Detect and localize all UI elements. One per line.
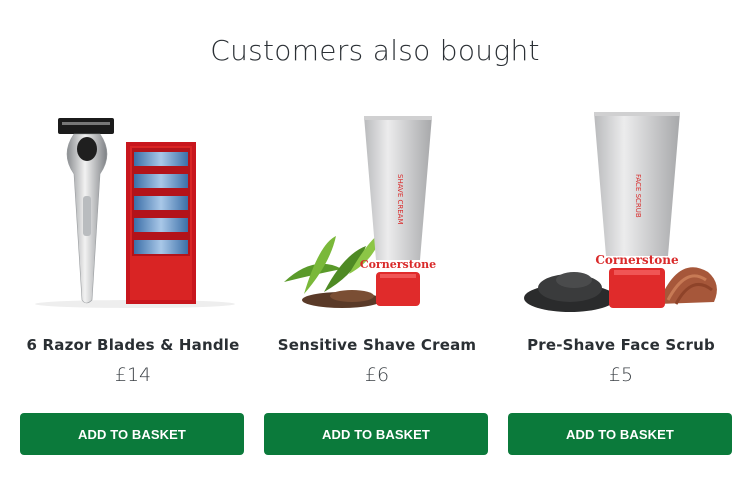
product-price: £14 [114, 364, 152, 386]
product-card-razor: 6 Razor Blades & Handle £14 ADD TO BASKE… [20, 104, 246, 458]
product-price: £6 [364, 364, 390, 386]
product-image-razor[interactable] [20, 104, 246, 318]
product-name[interactable]: Sensitive Shave Cream [264, 336, 490, 354]
product-image-face-scrub[interactable]: FACE SCRUB Cornerstone [508, 104, 734, 318]
product-price: £5 [608, 364, 634, 386]
tube-brand-face-scrub: Cornerstone [595, 253, 679, 267]
tube-brand-shave-cream: Cornerstone [360, 258, 436, 271]
tube-label-face-scrub: FACE SCRUB [634, 174, 642, 218]
product-card-face-scrub: FACE SCRUB Cornerstone Pre-Shave Face Sc… [508, 104, 734, 458]
product-image-shave-cream[interactable]: SHAVE CREAM Cornerstone [264, 104, 490, 318]
product-name[interactable]: 6 Razor Blades & Handle [20, 336, 246, 354]
section-heading: Customers also bought [210, 34, 540, 67]
add-to-basket-button[interactable]: ADD TO BASKET [508, 413, 732, 455]
tube-label-shave-cream: SHAVE CREAM [396, 174, 404, 225]
product-name[interactable]: Pre-Shave Face Scrub [508, 336, 734, 354]
add-to-basket-button[interactable]: ADD TO BASKET [264, 413, 488, 455]
product-card-shave-cream: SHAVE CREAM Cornerstone Sensitive Shave … [264, 104, 490, 458]
add-to-basket-button[interactable]: ADD TO BASKET [20, 413, 244, 455]
